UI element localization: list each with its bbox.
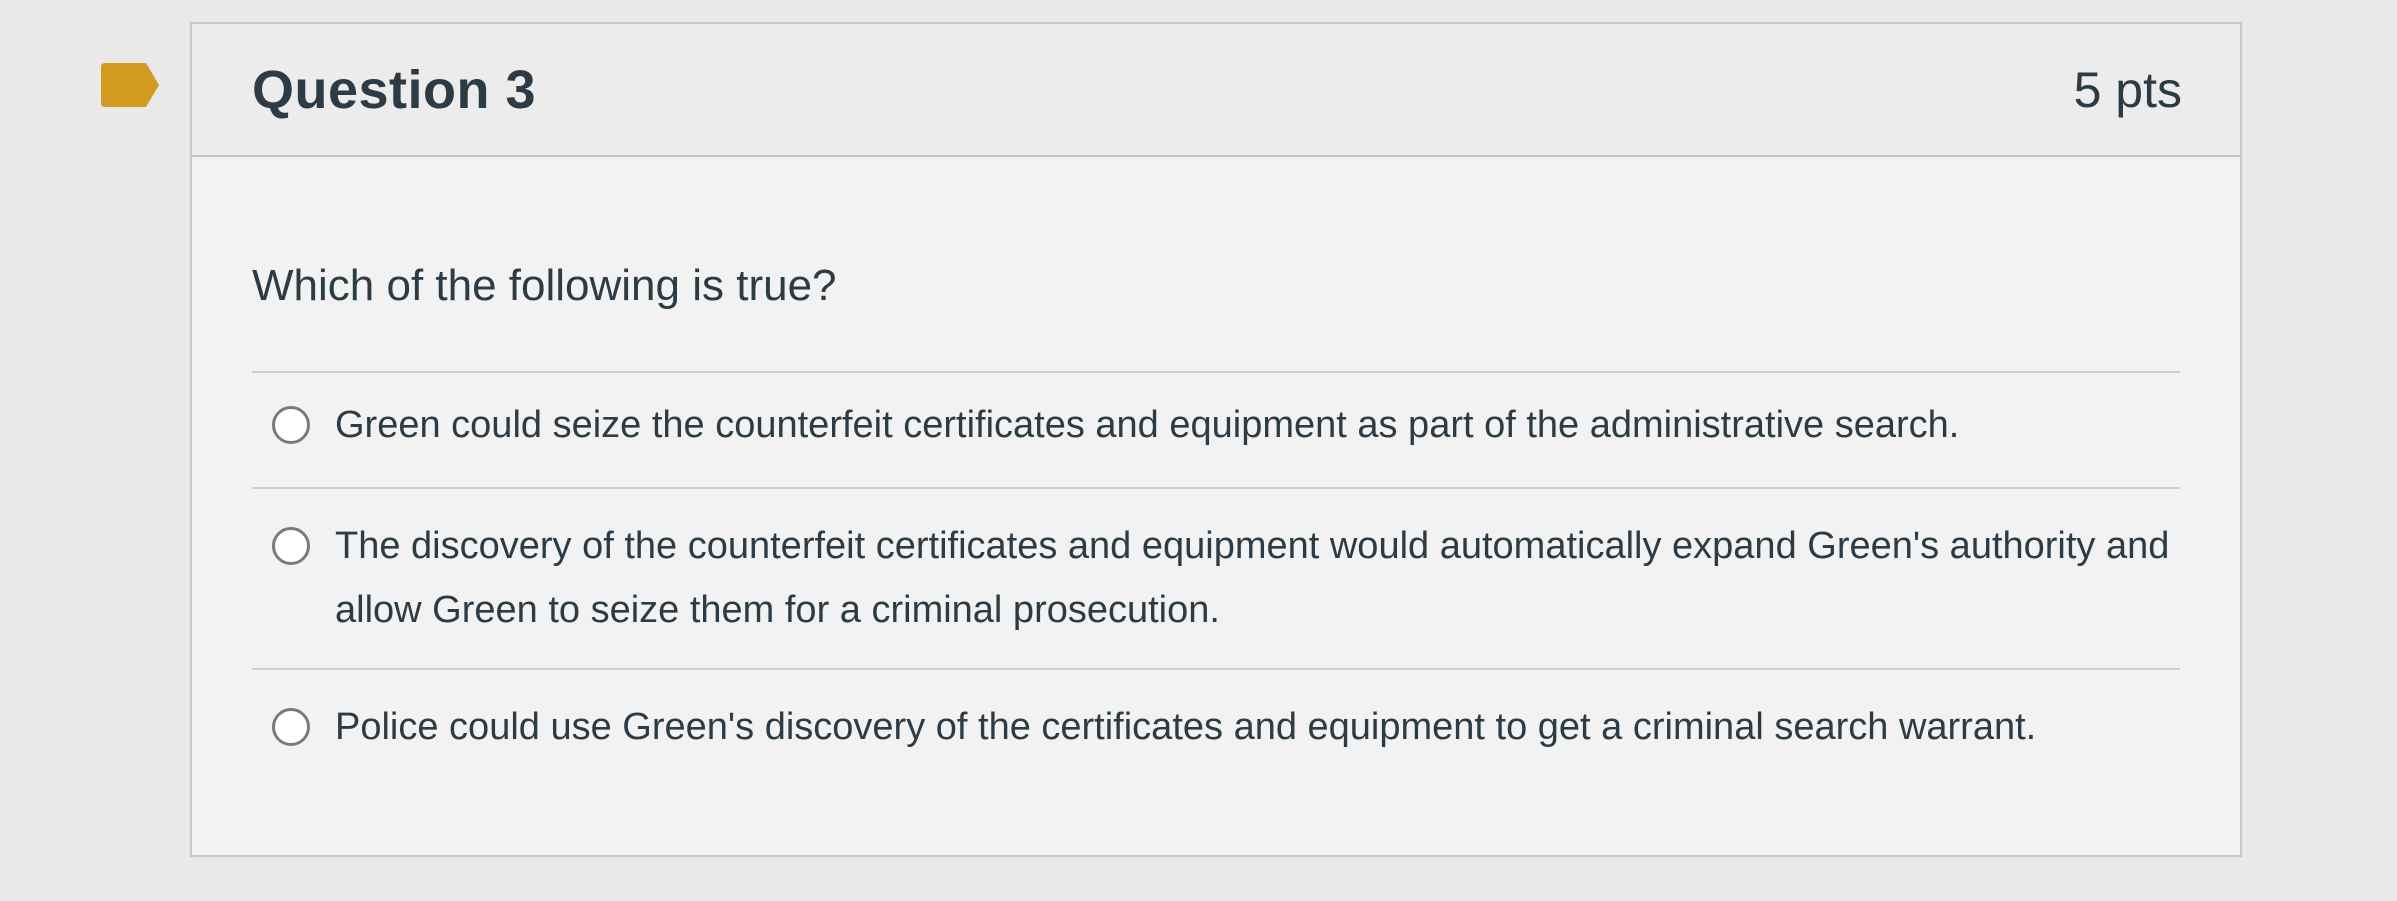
answer-option-2[interactable]: The discovery of the counterfeit certifi… xyxy=(252,489,2180,670)
answer-option-3-label: Police could use Green's discovery of th… xyxy=(335,706,2037,748)
radio-button-icon[interactable] xyxy=(272,406,310,444)
question-points: 5 pts xyxy=(2073,61,2182,118)
answer-option-1[interactable]: Green could seize the counterfeit certif… xyxy=(252,373,2180,489)
question-header: Question 3 5 pts xyxy=(192,24,2240,157)
question-body: Which of the following is true? Green co… xyxy=(192,258,2240,786)
answer-option-2-label: The discovery of the counterfeit certifi… xyxy=(335,525,2170,631)
answer-list: Green could seize the counterfeit certif… xyxy=(252,371,2180,786)
question-title: Question 3 xyxy=(252,59,537,120)
answer-option-1-label: Green could seize the counterfeit certif… xyxy=(335,404,1960,446)
radio-button-icon[interactable] xyxy=(272,527,310,565)
question-card: Question 3 5 pts Which of the following … xyxy=(190,22,2242,857)
question-prompt: Which of the following is true? xyxy=(252,261,837,310)
radio-button-icon[interactable] xyxy=(272,708,310,746)
answer-option-3[interactable]: Police could use Green's discovery of th… xyxy=(252,670,2180,786)
bookmark-flag-icon[interactable] xyxy=(101,63,159,107)
